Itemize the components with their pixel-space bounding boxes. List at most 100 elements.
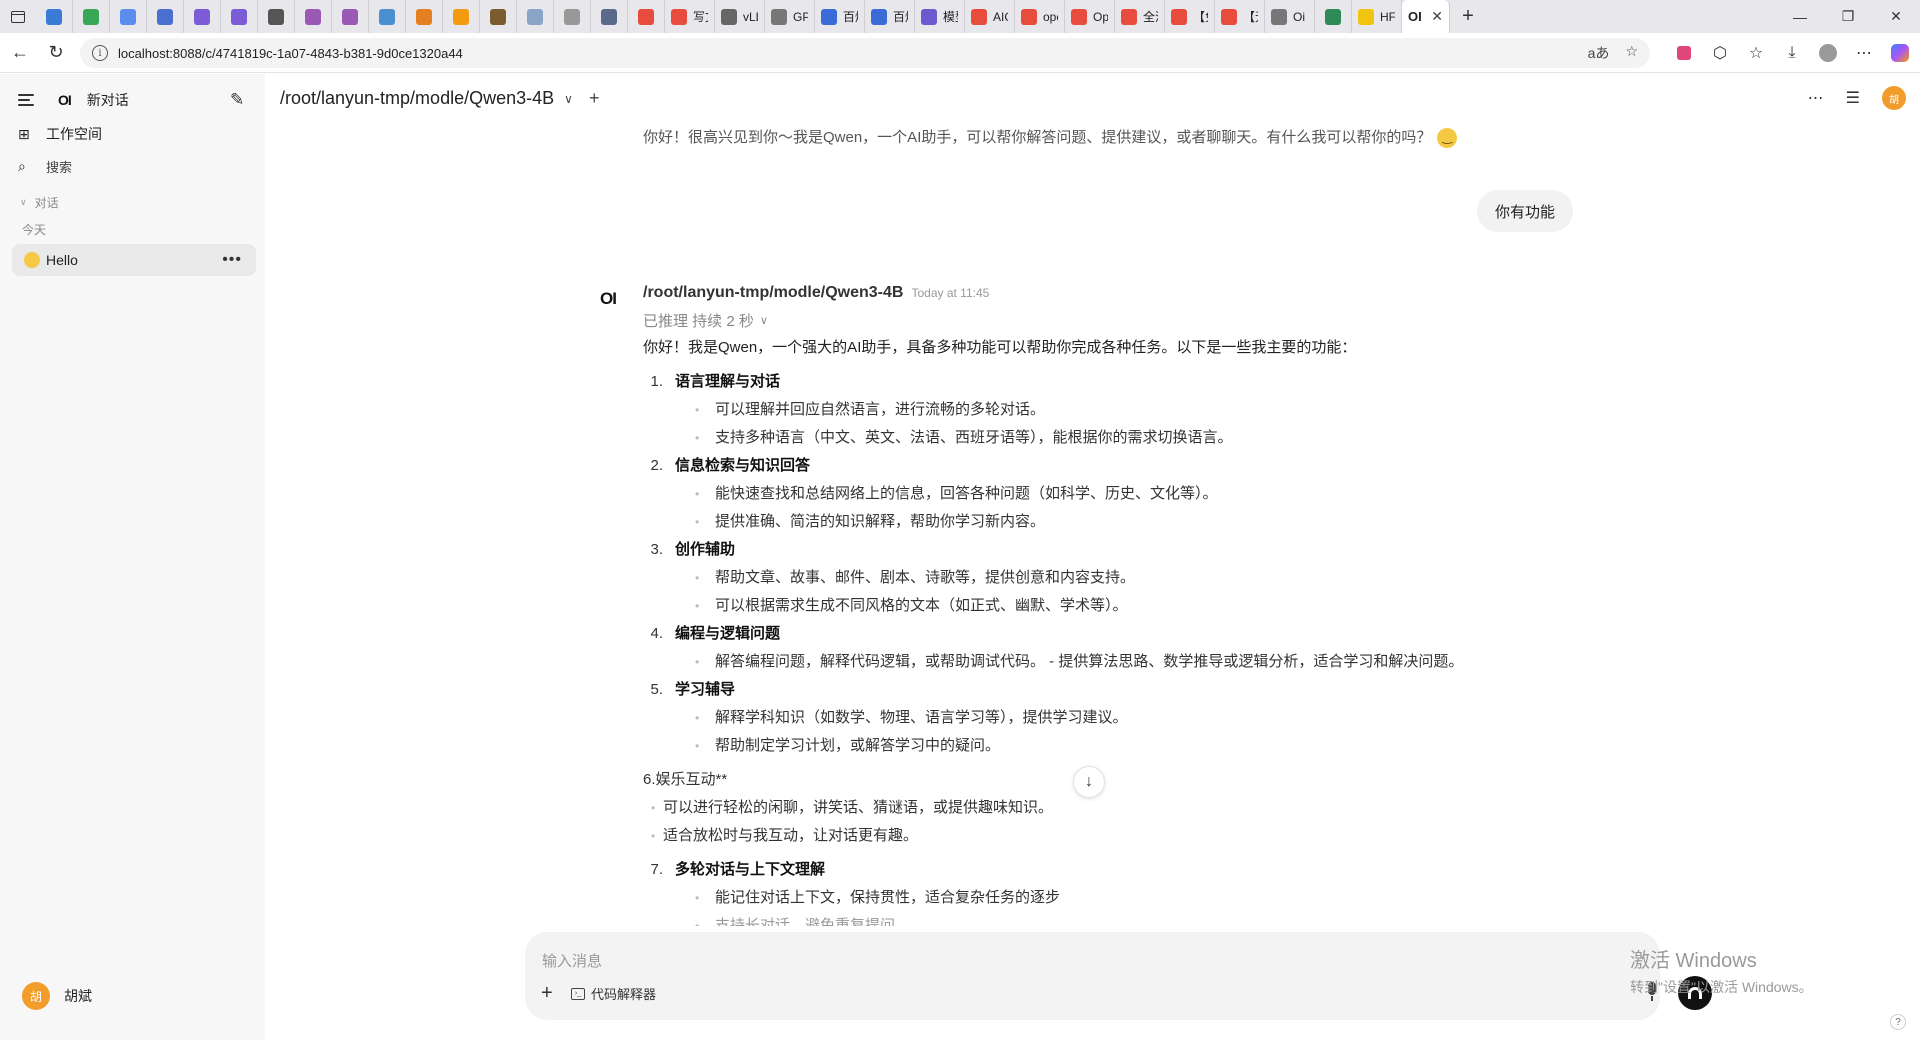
reasoning-label: 已推理 持续 2 秒 bbox=[643, 313, 754, 330]
today-group-label: 今天 bbox=[22, 223, 47, 237]
browser-tab[interactable] bbox=[110, 0, 147, 33]
code-interpreter-toggle[interactable]: ›_ 代码解释器 bbox=[571, 984, 656, 1003]
search-icon: ⌕ bbox=[18, 158, 26, 174]
chat-more-icon[interactable]: ••• bbox=[222, 251, 242, 269]
feature-heading: 1. 语言理解与对话 bbox=[643, 368, 1543, 396]
chat-list-item[interactable]: Hello ••• bbox=[12, 244, 256, 276]
browser-tab[interactable] bbox=[36, 0, 73, 33]
browser-tab[interactable]: 【免 bbox=[1165, 0, 1215, 33]
chevron-down-icon[interactable]: ∨ bbox=[564, 92, 573, 106]
browser-tab[interactable] bbox=[147, 0, 184, 33]
tab-actions-menu-icon[interactable] bbox=[0, 0, 36, 33]
close-window-button[interactable]: ✕ bbox=[1872, 0, 1920, 33]
browser-tab[interactable] bbox=[73, 0, 110, 33]
help-button[interactable]: ? bbox=[1890, 1014, 1906, 1030]
feature-list: 1. 语言理解与对话可以理解并回应自然语言，进行流畅的多轮对话。支持多种语言（中文… bbox=[643, 368, 1543, 760]
feature-title: 信息检索与知识回答 bbox=[675, 457, 811, 474]
sidebar-item-search[interactable]: ⌕ 搜索 bbox=[18, 157, 72, 176]
browser-tab[interactable]: Ope bbox=[1065, 0, 1115, 33]
downloads-icon[interactable]: ⤓ bbox=[1780, 41, 1804, 65]
extension-translate-icon[interactable] bbox=[1672, 41, 1696, 65]
feature-title: 学习辅导 bbox=[675, 681, 736, 698]
add-model-button[interactable]: + bbox=[589, 88, 600, 109]
browser-tab[interactable] bbox=[184, 0, 221, 33]
new-chat-edit-icon[interactable]: ✎ bbox=[230, 90, 244, 110]
tab-label: HF-I bbox=[1380, 9, 1395, 24]
browser-tab[interactable]: vLLM bbox=[715, 0, 765, 33]
restore-button[interactable]: ❐ bbox=[1824, 0, 1872, 33]
browser-tab[interactable]: 全流 bbox=[1115, 0, 1165, 33]
tab-favicon-icon bbox=[1271, 8, 1287, 25]
browser-tab[interactable]: 百炼 bbox=[865, 0, 915, 33]
tab-favicon-icon bbox=[157, 8, 173, 25]
add-attachment-icon[interactable]: + bbox=[541, 982, 553, 1005]
browser-tab[interactable] bbox=[443, 0, 480, 33]
browser-tab[interactable] bbox=[628, 0, 665, 33]
back-button[interactable]: ← bbox=[2, 35, 38, 71]
message-input[interactable]: 输入消息 bbox=[542, 950, 602, 971]
copilot-icon[interactable] bbox=[1888, 41, 1912, 65]
browser-tab[interactable]: 【无 bbox=[1215, 0, 1265, 33]
minimize-button[interactable]: — bbox=[1776, 0, 1824, 33]
tab-favicon-icon bbox=[83, 8, 99, 25]
user-message-bubble: 你有功能 bbox=[1477, 190, 1574, 232]
tab-favicon-icon bbox=[638, 8, 654, 25]
browser-tab[interactable]: HF-I bbox=[1352, 0, 1402, 33]
list-number: 1. bbox=[650, 373, 663, 390]
tab-favicon-icon bbox=[671, 8, 687, 25]
browser-tab[interactable] bbox=[517, 0, 554, 33]
scroll-to-bottom-button[interactable]: ↓ bbox=[1073, 766, 1105, 798]
more-options-icon[interactable]: ⋯ bbox=[1808, 88, 1824, 108]
browser-tab[interactable] bbox=[406, 0, 443, 33]
feature-title: 语言理解与对话 bbox=[675, 373, 781, 390]
messages-container: 你好！很高兴见到你～我是Qwen，一个AI助手，可以帮你解答问题、提供建议，或者… bbox=[265, 126, 1920, 1006]
tab-open-webui-active[interactable]: OI ✕ bbox=[1402, 0, 1450, 33]
settings-more-icon[interactable]: ⋯ bbox=[1852, 41, 1876, 65]
browser-tab[interactable] bbox=[369, 0, 406, 33]
new-tab-button[interactable]: + bbox=[1450, 5, 1486, 28]
url-field[interactable]: i localhost:8088/c/4741819c-1a07-4843-b3… bbox=[80, 38, 1650, 68]
browser-tab[interactable] bbox=[332, 0, 369, 33]
avatar[interactable]: 胡 bbox=[1882, 86, 1906, 110]
controls-sliders-icon[interactable]: ☰ bbox=[1846, 88, 1860, 108]
chat-main: /root/lanyun-tmp/modle/Qwen3-4B ∨ + ⋯ ☰ … bbox=[265, 74, 1920, 1040]
wave-emoji-icon bbox=[24, 252, 40, 268]
browser-tab[interactable] bbox=[591, 0, 628, 33]
reasoning-toggle[interactable]: 已推理 持续 2 秒 ∨ bbox=[643, 310, 768, 331]
browser-tab[interactable] bbox=[554, 0, 591, 33]
sidebar-item-workspace[interactable]: ⊞ 工作空间 bbox=[18, 124, 102, 144]
profile-icon[interactable] bbox=[1816, 41, 1840, 65]
list-number: 5. bbox=[650, 681, 663, 698]
browser-tab[interactable] bbox=[1315, 0, 1352, 33]
browser-tab[interactable]: GPU bbox=[765, 0, 815, 33]
watermark-line1: 激活 Windows bbox=[1630, 950, 1757, 972]
read-aloud-icon[interactable]: aあ bbox=[1588, 43, 1610, 63]
feature-title: 创作辅助 bbox=[675, 541, 736, 558]
browser-tab[interactable]: 模型 bbox=[915, 0, 965, 33]
reload-button[interactable]: ↻ bbox=[38, 35, 74, 71]
feature-title: 多轮对话与上下文理解 bbox=[675, 861, 826, 878]
site-info-icon[interactable]: i bbox=[92, 45, 108, 61]
browser-tab[interactable] bbox=[221, 0, 258, 33]
favorites-icon[interactable]: ☆ bbox=[1744, 41, 1768, 65]
list-item: 解释学科知识（如数学、物理、语言学习等），提供学习建议。 bbox=[643, 704, 1543, 732]
chats-section-toggle[interactable]: ∨ 对话 bbox=[20, 194, 59, 211]
browser-tab[interactable] bbox=[480, 0, 517, 33]
user-menu[interactable]: 胡 胡斌 bbox=[22, 982, 92, 1010]
model-selector[interactable]: /root/lanyun-tmp/modle/Qwen3-4B ∨ + bbox=[280, 88, 599, 109]
browser-tab[interactable] bbox=[295, 0, 332, 33]
browser-tab[interactable]: AIG( bbox=[965, 0, 1015, 33]
browser-tab[interactable]: ope bbox=[1015, 0, 1065, 33]
browser-tab[interactable] bbox=[258, 0, 295, 33]
extensions-puzzle-icon[interactable]: ⬡ bbox=[1708, 41, 1732, 65]
new-chat-button[interactable]: OI 新对话 bbox=[58, 90, 129, 110]
browser-tab[interactable]: Oi bbox=[1265, 0, 1315, 33]
close-tab-icon[interactable]: ✕ bbox=[1431, 8, 1443, 25]
browser-tab[interactable]: 百炼 bbox=[815, 0, 865, 33]
favorite-star-icon[interactable]: ☆ bbox=[1625, 43, 1638, 63]
list-item: 解答编程问题，解释代码逻辑，或帮助调试代码。 - 提供算法思路、数学推导或逻辑分… bbox=[643, 648, 1543, 676]
tab-favicon-icon bbox=[416, 8, 432, 25]
list-number: 2. bbox=[650, 457, 663, 474]
sidebar-toggle-icon[interactable] bbox=[18, 94, 34, 106]
browser-tab[interactable]: 写文 bbox=[665, 0, 715, 33]
